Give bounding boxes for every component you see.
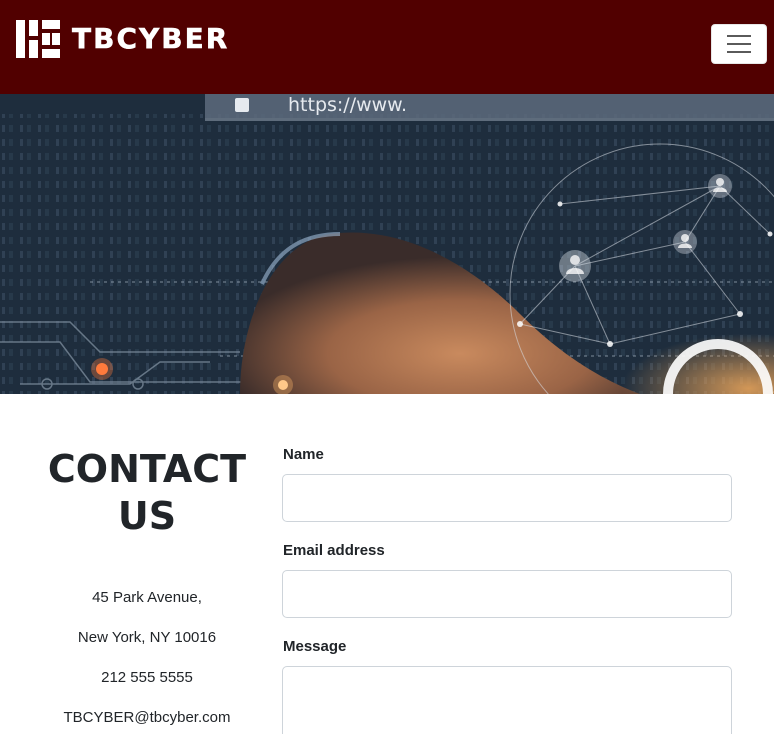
message-textarea[interactable] — [282, 666, 732, 734]
name-label: Name — [283, 446, 324, 463]
navbar-toggle-button[interactable] — [711, 24, 767, 64]
brand-name: TBCYBER — [72, 22, 230, 56]
address-street: 45 Park Avenue, — [92, 589, 202, 606]
hero-banner-image: https://www. — [0, 94, 774, 394]
address-city: New York, NY 10016 — [77, 629, 217, 646]
brand-logo[interactable]: TBCYBER — [16, 20, 229, 58]
email-link[interactable]: TBCYBER@tbcyber.com — [40, 709, 254, 726]
contact-heading: CONTACT US — [47, 447, 247, 538]
email-input[interactable] — [282, 570, 732, 618]
logo-mark-icon — [16, 20, 60, 58]
phone-number: 212 555 5555 — [101, 669, 193, 686]
hamburger-menu-icon — [727, 35, 751, 37]
cyber-network-illustration: https://www. — [0, 94, 774, 394]
email-label: Email address — [283, 542, 385, 559]
hero-url-text: https://www. — [288, 94, 407, 116]
name-input[interactable] — [282, 474, 732, 522]
top-navbar: TBCYBER — [0, 0, 774, 94]
message-label: Message — [283, 638, 347, 655]
